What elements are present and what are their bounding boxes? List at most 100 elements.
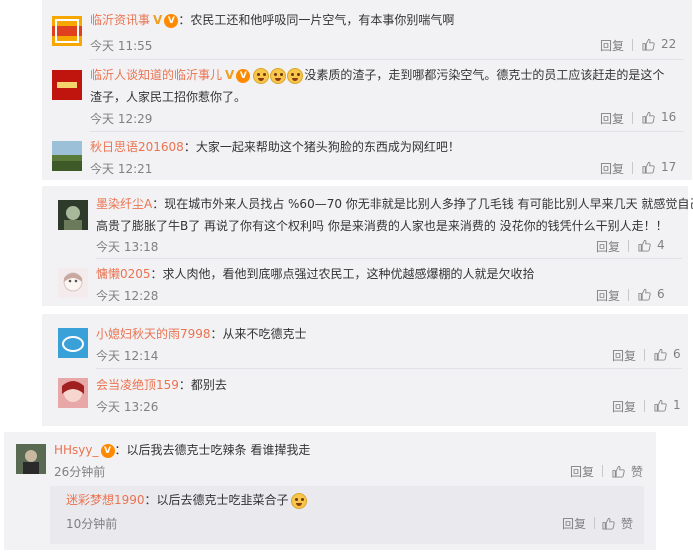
like-count: 1 [673, 398, 681, 412]
reply-button[interactable]: 回复 [600, 160, 624, 177]
divider [90, 59, 684, 60]
avatar[interactable] [52, 141, 82, 171]
comment-text: ：从来不吃德克士 [210, 327, 307, 341]
reply-button[interactable]: 回复 [562, 515, 586, 532]
username-link[interactable]: 墨染纤尘A [96, 197, 152, 211]
thumbs-up-icon [638, 239, 651, 252]
nested-reply-panel: 迷彩梦想1990：以后去德克士吃韭菜合子 10分钟前 回复 赞 [50, 486, 644, 544]
like-button[interactable]: 6 [654, 347, 681, 361]
reply-button[interactable]: 回复 [600, 110, 624, 127]
comment-time: 今天 12:29 [90, 112, 153, 126]
like-button[interactable]: 1 [654, 398, 681, 412]
v-badge-icon: V [153, 13, 163, 27]
avatar[interactable] [16, 444, 46, 474]
comment-time: 26分钟前 [54, 465, 106, 479]
like-button[interactable]: 6 [638, 287, 665, 301]
username-link[interactable]: 慵懒0205 [96, 267, 151, 281]
like-count: 6 [657, 287, 665, 301]
like-count: 16 [661, 110, 677, 124]
smiley-emoji-icon [253, 67, 270, 84]
comment-time: 今天 13:18 [96, 240, 159, 254]
comment-text: ：求人肉他，看他到底哪点强过农民工，这种优越感爆棚的人就是欠收拾 [150, 267, 535, 281]
comment-time: 今天 13:26 [96, 400, 159, 414]
like-count: 22 [661, 37, 677, 51]
like-button[interactable]: 赞 [602, 515, 633, 532]
username-link[interactable]: 会当凌绝顶159 [96, 378, 179, 392]
comment-line: 秋日思语201608：大家一起来帮助这个猪头狗脸的东西成为网红吧！ [90, 138, 460, 156]
divider [90, 131, 684, 132]
comment-line: 渣子，人家民工招你惹你了。 [90, 88, 246, 106]
divider [644, 400, 645, 412]
smiley-emoji-icon [287, 67, 304, 84]
comment-text: ：都别去 [178, 378, 227, 392]
comment-text: ：农民工还和他呼吸同一片空气，有本事你别喘气啊 [178, 13, 455, 27]
username-link[interactable]: HHsyy_ [54, 443, 99, 457]
comment-text: 高贵了膨胀了牛B了 再说了你有这个权利吗 你是来消费的人家也是来消费的 没花你的… [96, 219, 668, 233]
like-button[interactable]: 16 [642, 110, 676, 124]
member-badge-icon: V [100, 443, 115, 458]
member-badge-icon: V [236, 68, 251, 83]
comment-text: 渣子，人家民工招你惹你了。 [90, 90, 247, 104]
avatar[interactable] [58, 200, 88, 230]
like-button[interactable]: 4 [638, 238, 665, 252]
comment-line: 墨染纤尘A：现在城市外来人员找占 %60—70 你无非就是比别人多挣了几毛钱 有… [96, 195, 693, 213]
avatar[interactable] [58, 378, 88, 408]
avatar[interactable] [58, 328, 88, 358]
username-link[interactable]: 临沂资讯事 [90, 13, 150, 27]
divider [644, 349, 645, 361]
username-link[interactable]: 临沂人谈知道的临沂事儿 [90, 68, 222, 82]
comment-time: 今天 11:55 [90, 39, 153, 53]
like-button[interactable]: 17 [642, 160, 676, 174]
thumbs-up-icon [602, 517, 615, 530]
comment-text: ：以后去德克士吃韭菜合子 [144, 493, 289, 507]
reply-button[interactable]: 回复 [612, 347, 636, 364]
divider [632, 162, 633, 174]
comment-line: 迷彩梦想1990：以后去德克士吃韭菜合子 [66, 491, 308, 509]
comment-text: ：现在城市外来人员找占 %60—70 你无非就是比别人多挣了几毛钱 有可能比别人… [152, 197, 693, 211]
avatar[interactable] [52, 16, 82, 46]
thumbs-up-icon [642, 161, 655, 174]
comment-time: 今天 12:21 [90, 162, 153, 176]
thumbs-up-icon [654, 399, 667, 412]
reply-button[interactable]: 回复 [612, 398, 636, 415]
reply-button[interactable]: 回复 [596, 238, 620, 255]
reply-button[interactable]: 回复 [570, 463, 594, 480]
member-badge-icon: V [164, 13, 179, 28]
username-link[interactable]: 迷彩梦想1990 [66, 493, 145, 507]
like-label: 赞 [621, 517, 634, 531]
like-label: 赞 [631, 465, 644, 479]
username-link[interactable]: 小媳妇秋天的雨7998 [96, 327, 211, 341]
comment-time: 今天 12:14 [96, 349, 159, 363]
thumbs-up-icon [612, 465, 625, 478]
like-count: 17 [661, 160, 677, 174]
smiley-emoji-icon [290, 492, 307, 509]
avatar[interactable] [52, 70, 82, 100]
comment-line: HHsyy_ V ：以后我去德克士吃辣条 看谁撵我走 [54, 441, 310, 459]
like-count: 4 [657, 238, 665, 252]
comment-time: 今天 12:28 [96, 289, 159, 303]
comment-panel-1: 临沂资讯事 V V ：农民工还和他呼吸同一片空气，有本事你别喘气啊 今天 11:55 … [42, 0, 692, 180]
smiley-emoji-icon [270, 67, 287, 84]
thumbs-up-icon [642, 111, 655, 124]
divider [628, 289, 629, 301]
comment-line: 会当凌绝顶159：都别去 [96, 376, 227, 394]
comment-line: 临沂资讯事 V V ：农民工还和他呼吸同一片空气，有本事你别喘气啊 [90, 11, 454, 29]
comment-text: ：大家一起来帮助这个猪头狗脸的东西成为网红吧！ [183, 140, 460, 154]
like-button[interactable]: 22 [642, 37, 676, 51]
like-count: 6 [673, 347, 681, 361]
reply-button[interactable]: 回复 [600, 37, 624, 54]
comment-panel-3: 小媳妇秋天的雨7998：从来不吃德克士 今天 12:14 回复 6 会当凌绝顶1… [42, 314, 688, 426]
avatar[interactable] [58, 268, 88, 298]
comment-text: ：以后我去德克士吃辣条 看谁撵我走 [114, 443, 311, 457]
username-link[interactable]: 秋日思语201608 [90, 140, 184, 154]
thumbs-up-icon [642, 38, 655, 51]
comment-panel-4: HHsyy_ V ：以后我去德克士吃辣条 看谁撵我走 26分钟前 回复 赞 迷彩梦想… [4, 432, 656, 550]
comment-line: 高贵了膨胀了牛B了 再说了你有这个权利吗 你是来消费的人家也是来消费的 没花你的… [96, 217, 668, 235]
reply-button[interactable]: 回复 [596, 287, 620, 304]
like-button[interactable]: 赞 [612, 463, 643, 480]
divider [628, 240, 629, 252]
comment-time: 10分钟前 [66, 517, 118, 531]
comment-panel-2: 墨染纤尘A：现在城市外来人员找占 %60—70 你无非就是比别人多挣了几毛钱 有… [42, 186, 693, 306]
divider [632, 39, 633, 51]
divider [96, 258, 682, 259]
